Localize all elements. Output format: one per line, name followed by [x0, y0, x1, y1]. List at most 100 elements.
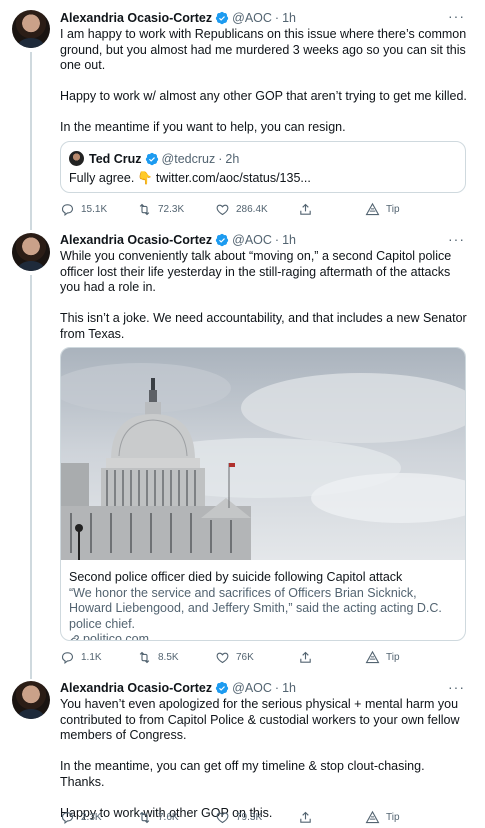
- tweet[interactable]: Alexandria Ocasio-Cortez @AOC · 1h ··· W…: [0, 229, 485, 679]
- tip-label: Tip: [386, 812, 400, 823]
- quoted-tweet-header: Ted Cruz @tedcruz · 2h: [69, 151, 239, 166]
- tip-icon: [365, 650, 380, 665]
- retweet-button[interactable]: 7.6K: [137, 810, 179, 825]
- reply-button[interactable]: 1.1K: [60, 650, 102, 665]
- card-domain: politico.com: [69, 632, 459, 641]
- retweet-button[interactable]: 72.3K: [137, 202, 184, 217]
- card-title: Second police officer died by suicide fo…: [69, 570, 403, 584]
- tweet-paragraph: This isn’t a joke. We need accountabilit…: [60, 311, 467, 341]
- share-button[interactable]: [298, 650, 313, 665]
- author-handle[interactable]: @AOC: [232, 233, 272, 247]
- timestamp[interactable]: 1h: [282, 681, 296, 695]
- tweet-paragraph: I am happy to work with Republicans on t…: [60, 27, 467, 72]
- reply-icon: [60, 810, 75, 825]
- action-bar: 1.1K 8.5K 76K Tip: [60, 650, 470, 666]
- verified-icon: [215, 681, 229, 695]
- card-description: “We honor the service and sacrifices of …: [69, 585, 442, 631]
- timestamp[interactable]: 1h: [282, 233, 296, 247]
- quoted-author-name: Ted Cruz: [89, 151, 142, 166]
- quoted-tweet[interactable]: Ted Cruz @tedcruz · 2h Fully agree. 👇 twit…: [60, 141, 466, 193]
- tip-icon: [365, 202, 380, 217]
- timestamp[interactable]: 1h: [282, 11, 296, 25]
- tweet-paragraph: While you conveniently talk about “movin…: [60, 249, 452, 294]
- separator: ·: [274, 681, 280, 695]
- avatar[interactable]: [12, 681, 50, 719]
- tweet[interactable]: Alexandria Ocasio-Cortez @AOC · 1h ··· Y…: [0, 676, 485, 828]
- tip-label: Tip: [386, 652, 400, 663]
- card-image: [61, 348, 465, 560]
- more-icon[interactable]: ···: [448, 8, 465, 24]
- card-meta: Second police officer died by suicide fo…: [69, 570, 459, 641]
- like-icon: [215, 202, 230, 217]
- author-handle[interactable]: @AOC: [232, 11, 272, 25]
- like-button[interactable]: 286.4K: [215, 202, 268, 217]
- action-bar: 2.3K 7.6K 79.3K Tip: [60, 810, 470, 826]
- like-icon: [215, 650, 230, 665]
- like-button[interactable]: 76K: [215, 650, 254, 665]
- author-name[interactable]: Alexandria Ocasio-Cortez: [60, 233, 212, 247]
- reply-button[interactable]: 15.1K: [60, 202, 107, 217]
- share-button[interactable]: [298, 810, 313, 825]
- like-count: 286.4K: [236, 204, 268, 215]
- tweet-text: You haven’t even apologized for the seri…: [60, 697, 470, 821]
- quoted-author-handle: @tedcruz: [161, 151, 216, 166]
- author-handle[interactable]: @AOC: [232, 681, 272, 695]
- link-icon: [70, 635, 79, 640]
- retweet-count: 8.5K: [158, 652, 179, 663]
- quoted-link[interactable]: twitter.com/aoc/status/135...: [156, 171, 311, 185]
- share-button[interactable]: [298, 202, 313, 217]
- like-icon: [215, 810, 230, 825]
- author-name[interactable]: Alexandria Ocasio-Cortez: [60, 11, 212, 25]
- retweet-button[interactable]: 8.5K: [137, 650, 179, 665]
- separator: ·: [274, 11, 280, 25]
- thread-connector: [30, 275, 32, 679]
- retweet-icon: [137, 650, 152, 665]
- tip-label: Tip: [386, 204, 400, 215]
- share-icon: [298, 810, 313, 825]
- reply-button[interactable]: 2.3K: [60, 810, 102, 825]
- tweet-paragraph: You haven’t even apologized for the seri…: [60, 697, 460, 742]
- verified-icon: [215, 233, 229, 247]
- share-icon: [298, 650, 313, 665]
- card-domain-text: politico.com: [83, 632, 149, 641]
- thread-connector: [30, 52, 32, 230]
- tweet-header: Alexandria Ocasio-Cortez @AOC · 1h: [60, 680, 296, 696]
- retweet-count: 7.6K: [158, 812, 179, 823]
- reply-icon: [60, 202, 75, 217]
- pointing-down-emoji: 👇: [137, 171, 153, 185]
- like-count: 79.3K: [236, 812, 263, 823]
- like-count: 76K: [236, 652, 254, 663]
- quoted-text: Fully agree.: [69, 171, 135, 185]
- retweet-icon: [137, 810, 152, 825]
- tip-icon: [365, 810, 380, 825]
- tweet-paragraph: In the meantime if you want to help, you…: [60, 120, 346, 134]
- tip-button[interactable]: Tip: [365, 650, 400, 665]
- author-name[interactable]: Alexandria Ocasio-Cortez: [60, 681, 212, 695]
- tip-button[interactable]: Tip: [365, 810, 400, 825]
- verified-icon: [215, 11, 229, 25]
- reply-count: 2.3K: [81, 812, 102, 823]
- avatar[interactable]: [12, 10, 50, 48]
- tweet-header: Alexandria Ocasio-Cortez @AOC · 1h: [60, 10, 296, 26]
- quoted-avatar: [69, 151, 84, 166]
- avatar[interactable]: [12, 233, 50, 271]
- action-bar: 15.1K 72.3K 286.4K Tip: [60, 202, 470, 218]
- more-icon[interactable]: ···: [448, 679, 465, 695]
- separator: ·: [218, 151, 223, 166]
- more-icon[interactable]: ···: [448, 231, 465, 247]
- reply-count: 1.1K: [81, 652, 102, 663]
- share-icon: [298, 202, 313, 217]
- verified-icon: [145, 152, 159, 166]
- like-button[interactable]: 79.3K: [215, 810, 262, 825]
- tweet-header: Alexandria Ocasio-Cortez @AOC · 1h: [60, 232, 296, 248]
- tweet-text: I am happy to work with Republicans on t…: [60, 27, 470, 136]
- quoted-timestamp: 2h: [225, 151, 240, 166]
- tip-button[interactable]: Tip: [365, 202, 400, 217]
- tweet[interactable]: Alexandria Ocasio-Cortez @AOC · 1h ··· I…: [0, 0, 485, 230]
- link-card[interactable]: Second police officer died by suicide fo…: [60, 347, 466, 641]
- reply-count: 15.1K: [81, 204, 108, 215]
- tweet-text: While you conveniently talk about “movin…: [60, 249, 470, 342]
- quoted-tweet-text: Fully agree. 👇 twitter.com/aoc/status/135.…: [69, 171, 311, 186]
- retweet-icon: [137, 202, 152, 217]
- separator: ·: [274, 233, 280, 247]
